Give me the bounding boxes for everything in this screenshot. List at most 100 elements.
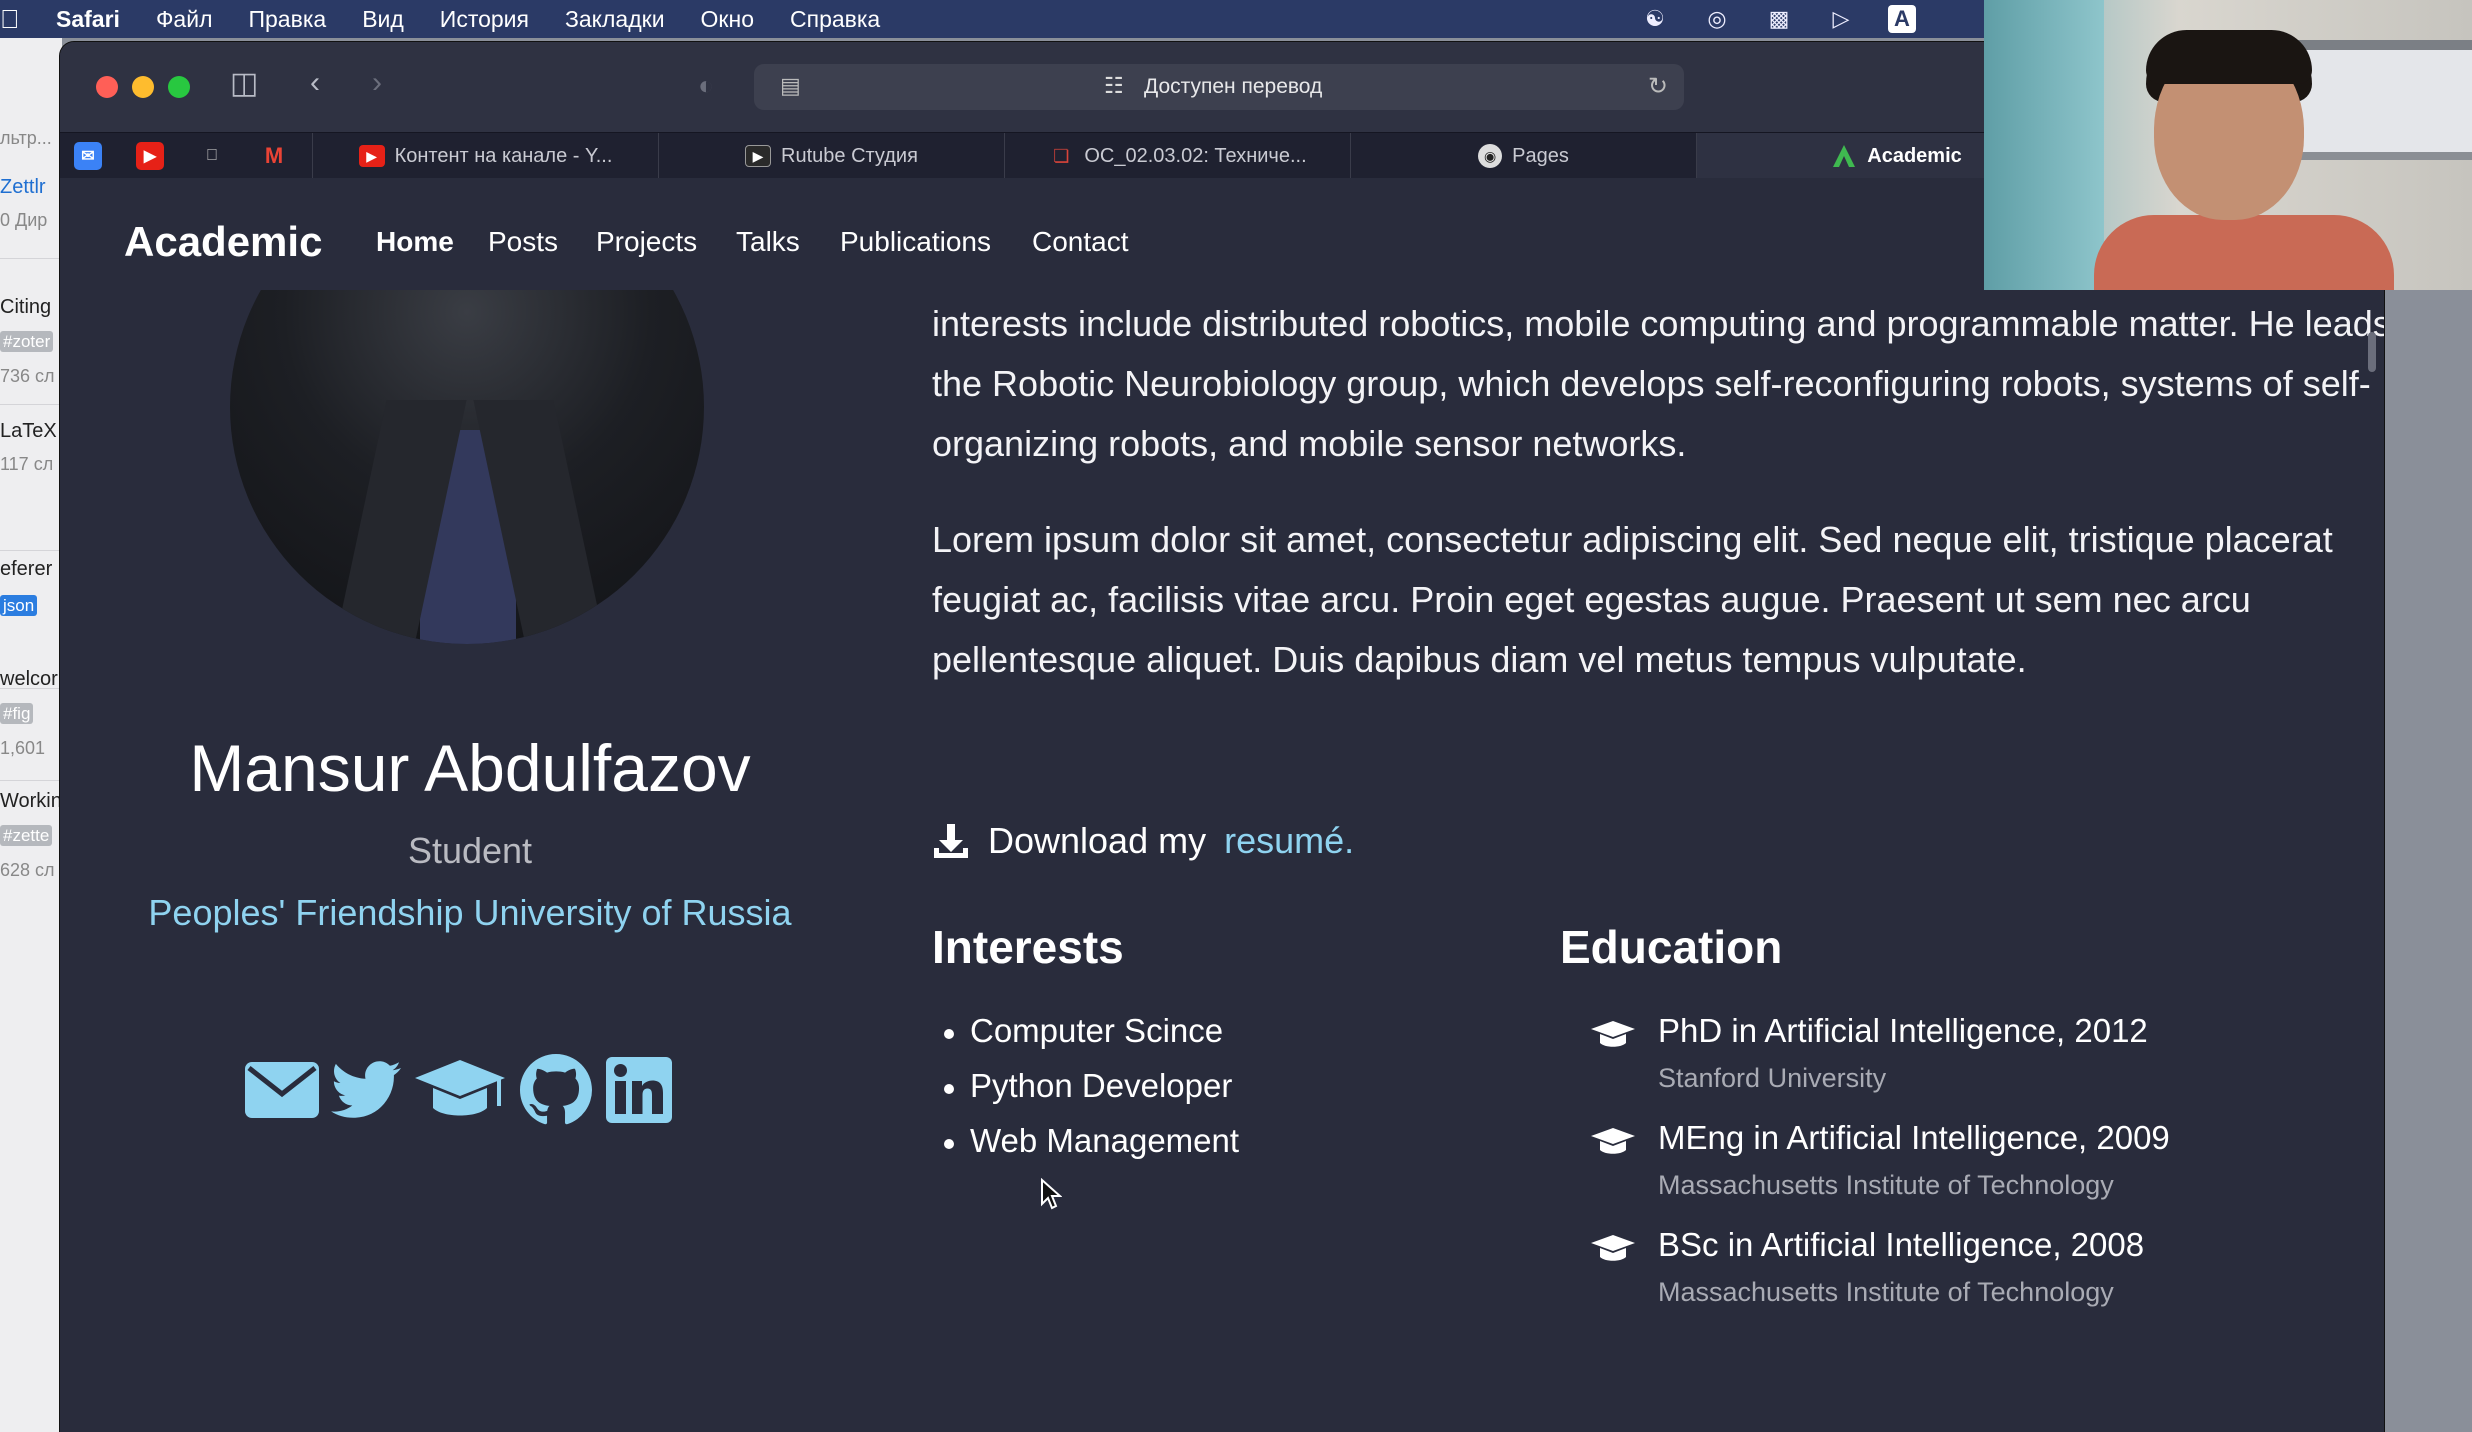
linkedin-icon[interactable] — [604, 1050, 674, 1130]
back-icon[interactable]: ‹ — [310, 66, 320, 100]
privacy-shield-icon[interactable]: ◐ — [698, 70, 714, 101]
notification-icon[interactable]: ▩ — [1764, 5, 1794, 33]
doc-icon: ❏ — [1053, 145, 1070, 166]
forward-icon[interactable]: › — [372, 66, 382, 100]
nav-posts[interactable]: Posts — [488, 226, 558, 258]
bio-paragraph: Lorem ipsum dolor sit amet, consectetur … — [932, 519, 2333, 680]
gmail-icon[interactable]: M — [260, 142, 288, 170]
address-bar[interactable]: ▤ ☷ Доступен перевод ↻ — [754, 64, 1684, 110]
biography: Nelson Bighetti is a professor of artifi… — [932, 290, 2384, 726]
menu-help[interactable]: Справка — [790, 6, 880, 33]
nav-talks[interactable]: Talks — [736, 226, 800, 258]
minimize-window-button[interactable] — [132, 76, 154, 98]
graduation-cap-icon — [1591, 1128, 1635, 1154]
divider — [0, 258, 62, 259]
education-item: MEng in Artificial Intelligence, 2009 Ma… — [1590, 1119, 2350, 1226]
avatar — [230, 290, 704, 644]
apple-menu-icon[interactable]:  — [0, 4, 22, 35]
input-source-icon[interactable]: A — [1888, 5, 1916, 33]
file-tag: #zette — [0, 825, 53, 846]
file-item[interactable]: eferer — [0, 558, 62, 581]
download-icon — [934, 824, 968, 858]
apple-icon[interactable]:  — [198, 142, 226, 170]
profile-role: Student — [407, 830, 533, 871]
menu-bookmarks[interactable]: Закладки — [565, 6, 665, 33]
sync-icon[interactable]: ◎ — [1702, 5, 1732, 33]
file-words: 1,601 — [0, 738, 46, 758]
reader-icon[interactable]: ▤ — [780, 73, 801, 99]
file-item[interactable]: Citing — [0, 296, 62, 319]
profile-university[interactable]: Peoples' Friendship University of Russia — [120, 890, 820, 936]
file-item[interactable]: welcor — [0, 668, 62, 691]
file-words: 628 сл — [0, 860, 55, 880]
education-item: PhD in Artificial Intelligence, 2012 Sta… — [1590, 1012, 2350, 1119]
reload-icon[interactable]: ↻ — [1648, 72, 1668, 101]
divider — [0, 550, 62, 551]
resume-link-period: . — [1344, 820, 1355, 861]
github-icon: ◉ — [1478, 144, 1503, 168]
tab-label: Контент на канале - Y... — [394, 144, 613, 167]
filter-label: льтр... — [0, 128, 52, 148]
interest-item: Web Management — [943, 1122, 1239, 1177]
education-school: Stanford University — [1658, 1063, 1887, 1093]
tab-label: OC_02.03.02: Техниче... — [1084, 144, 1307, 167]
graduation-cap-icon[interactable] — [412, 1050, 508, 1130]
youtube-icon[interactable]: ▶ — [136, 142, 164, 170]
github-icon[interactable] — [518, 1050, 594, 1130]
file-item[interactable]: LaTeX — [0, 420, 62, 443]
nav-publications[interactable]: Publications — [840, 226, 991, 258]
file-tag: #zoter — [0, 331, 54, 352]
sidebar-toggle-icon[interactable]: ◫ — [230, 66, 258, 101]
menu-history[interactable]: История — [440, 6, 529, 33]
education-school: Massachusetts Institute of Technology — [1658, 1277, 2114, 1307]
academic-icon — [1833, 145, 1856, 167]
translate-icon[interactable]: ☷ — [1104, 73, 1124, 99]
menu-app-name[interactable]: Safari — [56, 6, 120, 33]
menu-file[interactable]: Файл — [156, 6, 213, 33]
divider — [0, 780, 62, 781]
scrollbar-thumb[interactable] — [2368, 332, 2376, 372]
tab-label: Academic — [1867, 144, 1962, 167]
nav-home[interactable]: Home — [376, 226, 454, 258]
interests-list: Computer Scince Python Developer Web Man… — [943, 1012, 1239, 1177]
status-area: ☯ ◎ ▩ ▷ A — [1640, 0, 1948, 38]
resume-link[interactable]: resumé — [1224, 820, 1344, 861]
close-window-button[interactable] — [96, 76, 118, 98]
tab-rutube[interactable]: ▶ Rutube Студия — [658, 133, 1004, 179]
file-words: 736 сл — [0, 366, 55, 386]
education-degree: PhD in Artificial Intelligence, 2012 — [1658, 1012, 2148, 1049]
file-words: 117 сл — [0, 454, 54, 474]
menu-view[interactable]: Вид — [362, 6, 404, 33]
site-brand[interactable]: Academic — [124, 218, 322, 266]
address-text[interactable]: Доступен перевод — [1144, 75, 1322, 99]
nav-projects[interactable]: Projects — [596, 226, 697, 258]
twitter-icon[interactable] — [330, 1050, 402, 1130]
tab-document[interactable]: ❏ OC_02.03.02: Техниче... — [1004, 133, 1350, 179]
nav-contact[interactable]: Contact — [1032, 226, 1129, 258]
envelope-icon[interactable] — [244, 1050, 320, 1130]
education-item: BSc in Artificial Intelligence, 2008 Mas… — [1590, 1226, 2350, 1333]
education-heading: Education — [1560, 921, 1783, 973]
tab-pages[interactable]: ◉ Pages — [1350, 133, 1696, 179]
webcam-overlay — [1984, 0, 2472, 290]
menu-window[interactable]: Окно — [701, 6, 754, 33]
interest-item: Python Developer — [943, 1067, 1239, 1122]
file-item[interactable]: Workin — [0, 790, 62, 813]
zoom-window-button[interactable] — [168, 76, 190, 98]
education-list: PhD in Artificial Intelligence, 2012 Sta… — [1590, 1012, 2350, 1333]
app-name: Zettlr — [0, 176, 46, 198]
graduation-cap-icon — [1591, 1021, 1635, 1047]
background-app-window: льтр... Zettlr 0 Дир Citing #zoter 736 с… — [0, 38, 62, 1432]
download-resume: Download my resumé. — [932, 820, 1354, 862]
tab-youtube-content[interactable]: ▶ Контент на канале - Y... — [312, 133, 658, 179]
menu-edit[interactable]: Правка — [248, 6, 326, 33]
play-circle-icon[interactable]: ▷ — [1826, 5, 1856, 33]
tab-label: Rutube Студия — [781, 144, 918, 167]
file-tag: json — [0, 595, 38, 616]
creative-cloud-icon[interactable]: ☯ — [1640, 5, 1670, 33]
mouse-cursor — [1040, 1177, 1063, 1215]
youtube-icon: ▶ — [358, 145, 385, 167]
mail-icon[interactable]: ✉ — [74, 142, 102, 170]
main-content: Nelson Bighetti is a professor of artifi… — [60, 290, 2384, 1432]
interests-heading: Interests — [932, 921, 1124, 973]
